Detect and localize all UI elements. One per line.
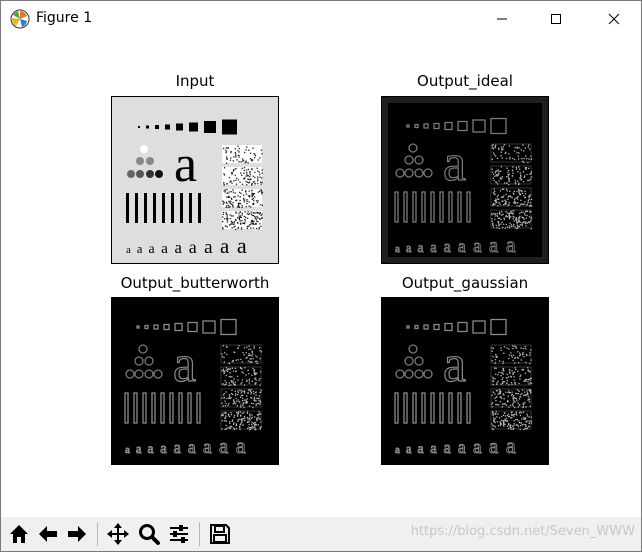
svg-text:a: a xyxy=(473,236,482,257)
subplot-title-input: Input xyxy=(175,72,215,90)
image-raster: aa a a a a a a a a xyxy=(111,297,279,465)
svg-text:a: a xyxy=(204,237,213,258)
svg-text:a: a xyxy=(173,336,196,393)
svg-text:a: a xyxy=(443,237,451,256)
svg-text:a: a xyxy=(443,135,466,192)
configure-subplots-button[interactable] xyxy=(165,520,193,548)
svg-text:a: a xyxy=(236,433,246,458)
save-disk-icon xyxy=(210,524,230,544)
image-panel-ideal: aaaaaaaaaa xyxy=(381,96,549,264)
image-panel-input: aaaaaaaaaa xyxy=(111,96,279,264)
zoom-magnifier-icon xyxy=(139,524,160,545)
pan-move-icon xyxy=(107,523,129,545)
svg-text:a: a xyxy=(406,442,412,456)
minimize-button[interactable] xyxy=(479,1,525,37)
svg-text:a: a xyxy=(458,236,466,256)
close-button[interactable] xyxy=(591,1,637,37)
window-title: Figure 1 xyxy=(36,10,93,26)
pan-button[interactable] xyxy=(104,520,132,548)
maximize-icon xyxy=(551,14,561,24)
svg-text:a: a xyxy=(395,444,400,456)
toolbar-separator xyxy=(199,522,200,546)
save-button[interactable] xyxy=(206,520,234,548)
svg-text:a: a xyxy=(160,440,167,457)
svg-text:a: a xyxy=(406,241,412,255)
home-icon xyxy=(10,525,28,543)
maximize-button[interactable] xyxy=(533,1,579,37)
back-arrow-icon xyxy=(39,526,57,542)
title-bar[interactable]: Figure 1 xyxy=(1,1,641,37)
svg-text:a: a xyxy=(489,435,498,458)
forward-arrow-icon xyxy=(68,526,86,542)
home-button[interactable] xyxy=(5,520,33,548)
configure-subplots-icon xyxy=(170,525,188,543)
zoom-button[interactable] xyxy=(135,520,163,548)
image-panel-butterworth: aaaaaaaaaa xyxy=(111,297,279,465)
svg-text:a: a xyxy=(161,240,168,257)
back-button[interactable] xyxy=(34,520,62,548)
svg-text:a: a xyxy=(489,234,498,257)
svg-text:a: a xyxy=(237,233,247,258)
image-raster: aa a a a a a a a a xyxy=(381,297,549,465)
svg-text:a: a xyxy=(220,235,229,258)
image-raster: aa a a a a a a a a xyxy=(381,96,549,264)
subplot-title-butterworth: Output_butterworth xyxy=(120,274,270,292)
svg-text:a: a xyxy=(443,336,466,393)
watermark-text: https://blog.csdn.net/Seven_WWW xyxy=(410,524,635,539)
svg-text:a: a xyxy=(189,237,197,257)
figure-canvas[interactable]: Input Output_ideal Output_butterworth Ou… xyxy=(2,38,640,516)
svg-text:a: a xyxy=(418,240,424,255)
svg-text:a: a xyxy=(137,242,143,256)
image-panel-gaussian: aaaaaaaaaa xyxy=(381,297,549,465)
svg-text:a: a xyxy=(125,444,130,456)
svg-text:a: a xyxy=(126,244,131,256)
svg-text:a: a xyxy=(443,438,451,457)
svg-text:a: a xyxy=(430,440,437,457)
svg-text:a: a xyxy=(148,441,154,456)
svg-text:a: a xyxy=(136,442,142,456)
image-raster: aa a a a a a a a a xyxy=(112,97,278,263)
svg-text:a: a xyxy=(173,438,181,457)
toolbar-separator xyxy=(97,522,98,546)
subplot-title-gaussian: Output_gaussian xyxy=(401,274,529,292)
svg-text:a: a xyxy=(219,435,228,458)
svg-text:a: a xyxy=(174,136,197,193)
svg-text:a: a xyxy=(149,241,155,256)
svg-text:a: a xyxy=(506,433,516,458)
svg-text:a: a xyxy=(188,437,196,457)
svg-text:a: a xyxy=(473,437,482,458)
svg-text:a: a xyxy=(203,437,212,458)
svg-text:a: a xyxy=(395,243,400,255)
svg-text:a: a xyxy=(418,441,424,456)
svg-text:a: a xyxy=(174,238,182,257)
figure-window: Figure 1 Input Output_ideal Output_butte… xyxy=(0,0,642,552)
forward-button[interactable] xyxy=(63,520,91,548)
matplotlib-logo-icon xyxy=(10,9,30,29)
minimize-icon xyxy=(497,18,507,20)
svg-text:a: a xyxy=(506,232,516,257)
close-icon xyxy=(608,13,620,25)
subplot-title-ideal: Output_ideal xyxy=(417,72,513,90)
svg-text:a: a xyxy=(430,239,437,256)
svg-text:a: a xyxy=(458,437,466,457)
